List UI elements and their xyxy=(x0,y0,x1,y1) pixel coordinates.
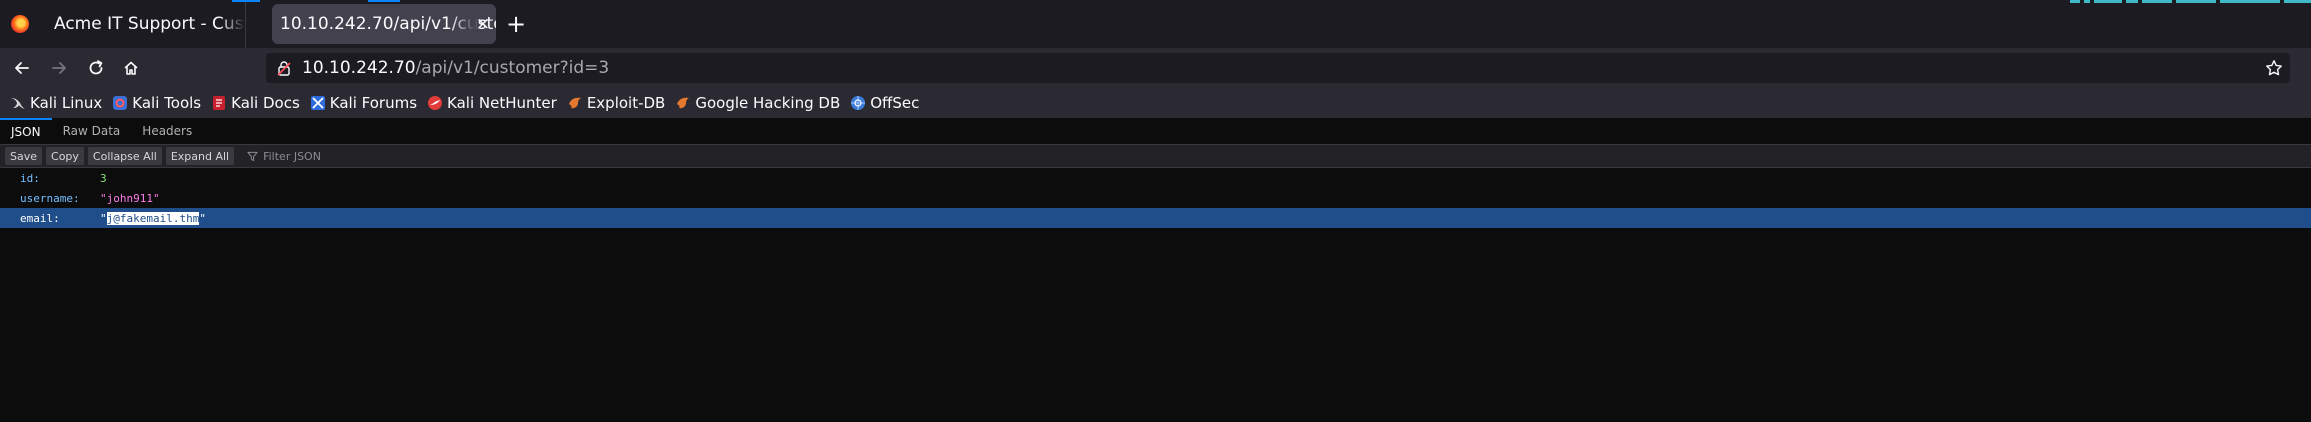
arrow-right-icon xyxy=(52,62,66,74)
tab-acme-it-support[interactable]: Acme IT Support - Customer xyxy=(42,0,246,48)
bookmark-kali-tools[interactable]: Kali Tools xyxy=(112,90,201,116)
tab-indicator xyxy=(232,0,260,2)
window-decoration xyxy=(2070,0,2311,3)
kali-nethunter-icon xyxy=(427,95,443,111)
json-row[interactable]: username: "john911" xyxy=(0,188,2311,208)
back-button[interactable] xyxy=(6,52,38,84)
bookmark-offsec[interactable]: OffSec xyxy=(850,90,919,116)
filter-placeholder: Filter JSON xyxy=(263,149,321,163)
filter-icon xyxy=(247,150,259,162)
offsec-icon xyxy=(850,95,866,111)
json-key: username: xyxy=(20,191,80,205)
new-tab-button[interactable]: + xyxy=(500,8,532,40)
json-value: "j@fakemail.thm" xyxy=(100,210,206,226)
selected-text: j@fakemail.thm xyxy=(105,210,201,226)
tab-headers[interactable]: Headers xyxy=(131,118,203,144)
bookmark-kali-docs[interactable]: Kali Docs xyxy=(211,90,300,116)
url-host: 10.10.242.70 xyxy=(302,58,416,78)
firefox-icon xyxy=(11,15,29,33)
ghdb-icon xyxy=(675,95,691,111)
kali-forums-icon xyxy=(310,95,326,111)
tab-raw-data[interactable]: Raw Data xyxy=(52,118,132,144)
url-text[interactable]: 10.10.242.70/api/v1/customer?id=3 xyxy=(302,58,609,78)
json-row[interactable]: id: 3 xyxy=(0,168,2311,188)
kali-docs-icon xyxy=(211,95,227,111)
collapse-all-button[interactable]: Collapse All xyxy=(87,147,162,165)
filter-json-input[interactable]: Filter JSON xyxy=(247,150,321,163)
bookmark-star-icon[interactable] xyxy=(2264,58,2284,78)
arrow-left-icon xyxy=(15,62,29,74)
save-button[interactable]: Save xyxy=(5,147,43,165)
plus-icon: + xyxy=(505,10,527,38)
home-button[interactable] xyxy=(115,52,147,84)
json-key: email: xyxy=(20,211,60,225)
bookmark-kali-linux[interactable]: Kali Linux xyxy=(10,90,102,116)
bookmark-kali-nethunter[interactable]: Kali NetHunter xyxy=(427,90,557,116)
tab-api-customer[interactable]: 10.10.242.70/api/v1/customer × xyxy=(272,4,496,44)
url-bar[interactable]: 10.10.242.70/api/v1/customer?id=3 xyxy=(266,53,2290,83)
reload-icon xyxy=(89,60,103,75)
tab-strip: Acme IT Support - Customer 10.10.242.70/… xyxy=(0,0,2311,48)
json-key: id: xyxy=(20,171,40,185)
bookmark-google-hacking-db[interactable]: Google Hacking DB xyxy=(675,90,840,116)
viewer-tabs: JSON Raw Data Headers xyxy=(0,118,2311,144)
kali-tools-icon xyxy=(112,95,128,111)
json-viewer: JSON Raw Data Headers Save Copy Collapse… xyxy=(0,118,2311,422)
tab-title: Acme IT Support - Customer xyxy=(54,14,245,34)
reload-button[interactable] xyxy=(80,52,112,84)
navigation-toolbar: 10.10.242.70/api/v1/customer?id=3 xyxy=(0,48,2311,88)
firefox-view-button[interactable] xyxy=(0,0,40,48)
bookmark-exploit-db[interactable]: Exploit-DB xyxy=(567,90,665,116)
tab-json[interactable]: JSON xyxy=(0,118,52,144)
expand-all-button[interactable]: Expand All xyxy=(165,147,235,165)
close-icon[interactable]: × xyxy=(474,14,492,34)
json-tree: id: 3 username: "john911" email: "j@fake… xyxy=(0,168,2311,228)
json-value: "john911" xyxy=(100,191,160,205)
insecure-lock-icon[interactable] xyxy=(274,58,294,78)
bookmark-kali-forums[interactable]: Kali Forums xyxy=(310,90,417,116)
tab-indicator xyxy=(368,0,400,2)
copy-button[interactable]: Copy xyxy=(46,147,84,165)
bookmarks-toolbar: Kali Linux Kali Tools Kali Docs Kali For… xyxy=(0,88,2311,118)
exploit-db-icon xyxy=(567,95,583,111)
kali-dragon-icon xyxy=(10,95,26,111)
json-value: 3 xyxy=(100,171,107,185)
url-path: /api/v1/customer?id=3 xyxy=(415,58,610,78)
json-row-selected[interactable]: email: "j@fakemail.thm" xyxy=(0,208,2311,228)
home-icon xyxy=(124,61,138,75)
forward-button[interactable] xyxy=(43,52,75,84)
json-toolbar: Save Copy Collapse All Expand All Filter… xyxy=(0,144,2311,168)
